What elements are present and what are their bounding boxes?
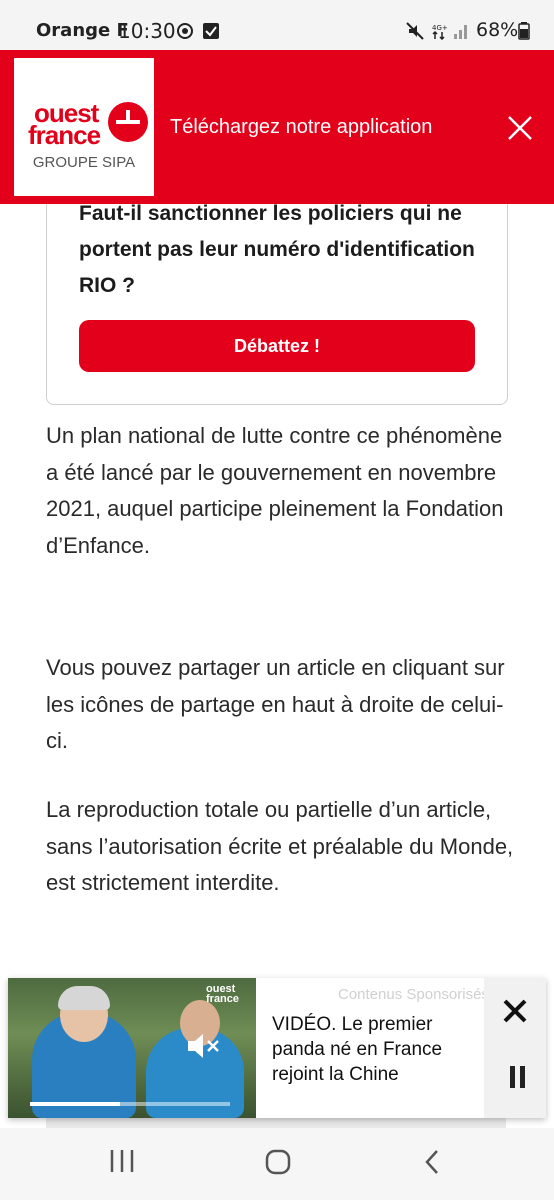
home-icon[interactable] (264, 1148, 292, 1176)
close-icon[interactable] (506, 114, 534, 142)
back-icon[interactable] (422, 1148, 442, 1176)
video-title[interactable]: VIDÉO. Le premier panda né en France rej… (272, 1012, 472, 1087)
thumb-logo-line2: france (206, 993, 240, 1005)
article-paragraph: Vous pouvez partager un article en cliqu… (46, 655, 505, 753)
video-progress-fill (30, 1102, 120, 1106)
video-progress-bar[interactable] (30, 1102, 230, 1106)
logo-subtitle: GROUPE SIPA (32, 154, 136, 171)
muted-speaker-icon[interactable] (186, 1030, 222, 1062)
article-paragraph: La reproduction totale ou partielle d’un… (46, 797, 514, 895)
thumbnail-logo: ouest france (206, 984, 240, 1005)
pause-icon (520, 1066, 525, 1088)
svg-text:4G+: 4G+ (432, 24, 448, 32)
article-paragraph: Un plan national de lutte contre ce phén… (46, 423, 504, 558)
banner-text[interactable]: Téléchargez notre application (170, 116, 432, 139)
popup-close-button[interactable] (484, 978, 546, 1044)
battery-percentage: 68% (476, 19, 519, 41)
debate-question: Faut-il sanctionner les policiers qui ne… (79, 202, 475, 297)
carrier-name: Orange F (36, 20, 129, 41)
mute-icon (406, 22, 424, 40)
clock: 10:30 (118, 19, 176, 43)
recent-apps-icon[interactable] (108, 1148, 136, 1174)
logo-word-france: france (28, 120, 101, 150)
check-notification-icon (203, 23, 219, 39)
app-download-banner[interactable]: ouest france GROUPE SIPA Téléchargez not… (0, 50, 554, 204)
system-nav-bar (0, 1128, 554, 1200)
video-popup[interactable]: ouest france Contenus Sponsorisés VIDÉO.… (8, 978, 546, 1118)
video-thumbnail[interactable]: ouest france (8, 978, 256, 1118)
pause-button[interactable] (484, 1044, 546, 1118)
debate-button[interactable]: Débattez ! (79, 320, 475, 372)
pause-icon (510, 1066, 515, 1088)
network-4g-icon: 4G+ (432, 24, 448, 40)
close-icon[interactable] (502, 998, 528, 1024)
notification-icon (177, 23, 193, 39)
logo-emblem-icon (108, 102, 148, 142)
thumbnail-hair (58, 986, 110, 1010)
battery-icon (518, 22, 530, 40)
signal-icon (454, 25, 467, 39)
ouest-france-logo: ouest france GROUPE SIPA (14, 58, 154, 196)
sponsored-label: Contenus Sponsorisés (338, 986, 489, 1003)
next-content-card (46, 1118, 506, 1128)
